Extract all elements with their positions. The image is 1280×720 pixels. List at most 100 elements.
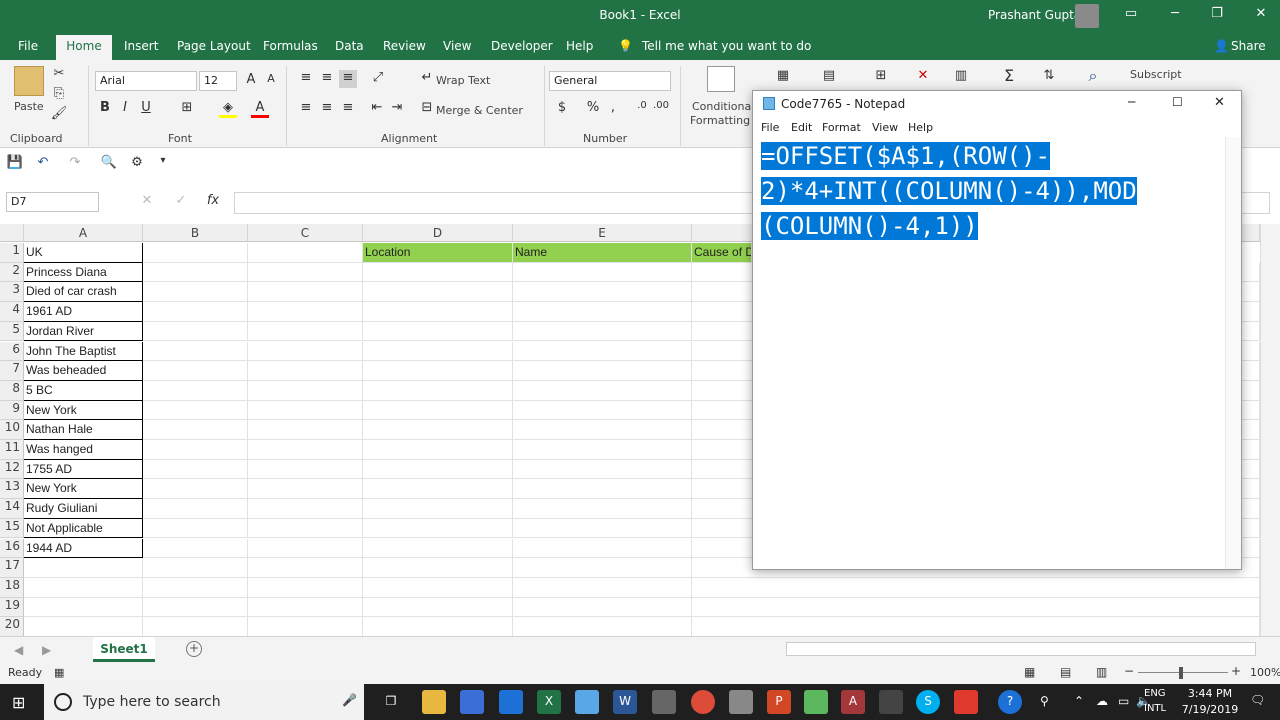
input-language-2[interactable]: INTL: [1144, 703, 1166, 714]
grid-cell[interactable]: [24, 617, 143, 637]
grid-cell[interactable]: [513, 321, 692, 342]
grid-cell[interactable]: UK: [24, 243, 143, 263]
row-header[interactable]: 15: [0, 518, 24, 539]
tab-developer[interactable]: Developer: [491, 39, 553, 53]
row-header[interactable]: 5: [0, 321, 24, 342]
row-header[interactable]: 12: [0, 459, 24, 480]
store-icon[interactable]: [460, 690, 484, 714]
notepad-menu-help[interactable]: Help: [908, 121, 933, 134]
notepad-menu-format[interactable]: Format: [822, 121, 861, 134]
cut-icon[interactable]: ✂: [50, 66, 68, 84]
macro-icon[interactable]: ⚙: [128, 155, 146, 173]
notepad-maximize-icon[interactable]: ☐: [1172, 95, 1186, 109]
find-select-icon[interactable]: ⌕: [1084, 66, 1102, 85]
grid-cell[interactable]: [363, 459, 513, 480]
subscript-button[interactable]: Subscript: [1130, 68, 1182, 81]
dropbox-icon[interactable]: [499, 690, 523, 714]
notepad-line-3[interactable]: (COLUMN()-4,1)): [761, 212, 978, 240]
column-header-d[interactable]: D: [363, 224, 513, 242]
grid-cell[interactable]: [248, 597, 363, 618]
calculator-icon[interactable]: [729, 690, 753, 714]
row-header[interactable]: 6: [0, 341, 24, 362]
grid-cell[interactable]: [248, 518, 363, 539]
align-top-icon[interactable]: ≡: [297, 70, 315, 88]
confirm-entry-icon[interactable]: ✓: [172, 193, 190, 211]
conditional-formatting-label-2[interactable]: Formatting: [690, 114, 750, 127]
ribbon-display-icon[interactable]: ▭: [1120, 6, 1142, 24]
currency-button[interactable]: $: [553, 100, 571, 118]
paste-label[interactable]: Paste: [14, 100, 44, 113]
snipping-tool-icon[interactable]: [652, 690, 676, 714]
windows-start-icon[interactable]: ⊞: [12, 693, 25, 712]
row-header[interactable]: 17: [0, 558, 24, 578]
grid-cell[interactable]: Rudy Giuliani: [24, 499, 143, 519]
share-icon[interactable]: 👤: [1214, 39, 1229, 53]
powerpoint-icon[interactable]: P: [767, 690, 791, 714]
grid-cell[interactable]: [248, 479, 363, 500]
user-name[interactable]: Prashant Gupta: [988, 8, 1081, 22]
align-right-icon[interactable]: ≡: [339, 100, 357, 118]
cell-styles-icon[interactable]: ▤: [820, 68, 838, 86]
insert-cells-icon[interactable]: ⊞: [872, 68, 890, 86]
notepad-close-icon[interactable]: ✕: [1214, 95, 1228, 110]
page-layout-view-icon[interactable]: ▤: [1060, 665, 1071, 679]
grid-cell[interactable]: [513, 459, 692, 480]
grid-cell[interactable]: [513, 262, 692, 283]
grid-cell[interactable]: New York: [24, 479, 143, 500]
cancel-entry-icon[interactable]: ✕: [138, 193, 156, 211]
restore-icon[interactable]: ❐: [1206, 6, 1228, 24]
normal-view-icon[interactable]: ▦: [1024, 665, 1035, 679]
grid-cell[interactable]: [513, 440, 692, 460]
decrease-indent-icon[interactable]: ⇤: [368, 100, 386, 118]
avatar[interactable]: [1075, 4, 1099, 28]
grid-cell[interactable]: [363, 420, 513, 440]
fill-color-icon[interactable]: ◈: [219, 100, 237, 118]
decrease-decimal-icon[interactable]: .00: [652, 100, 670, 118]
zoom-slider[interactable]: [1138, 672, 1228, 673]
grid-cell[interactable]: [513, 341, 692, 362]
grid-cell[interactable]: Died of car crash: [24, 282, 143, 303]
row-header[interactable]: 16: [0, 538, 24, 559]
grid-cell[interactable]: Was beheaded: [24, 361, 143, 381]
copy-icon[interactable]: ⎘: [50, 86, 68, 104]
skype-icon[interactable]: S: [916, 690, 940, 714]
cortana-icon[interactable]: [54, 693, 72, 711]
grid-cell[interactable]: [513, 518, 692, 539]
tab-data[interactable]: Data: [335, 39, 364, 53]
grid-cell[interactable]: [24, 597, 143, 618]
grid-cell[interactable]: [513, 577, 692, 598]
grid-cell[interactable]: Was hanged: [24, 440, 143, 460]
grow-font-icon[interactable]: A: [242, 72, 260, 90]
grid-cell[interactable]: [363, 262, 513, 283]
clock-time[interactable]: 3:44 PM: [1180, 687, 1240, 700]
grid-cell[interactable]: [513, 479, 692, 500]
tab-formulas[interactable]: Formulas: [263, 39, 318, 53]
grid-cell[interactable]: [248, 302, 363, 322]
file-explorer-icon[interactable]: [422, 690, 446, 714]
column-header-c[interactable]: C: [248, 224, 363, 242]
grid-cell[interactable]: [363, 321, 513, 342]
zoom-out-icon[interactable]: −: [1124, 664, 1134, 678]
word-taskbar-icon[interactable]: W: [613, 690, 637, 714]
grid-cell[interactable]: [363, 302, 513, 322]
grid-cell[interactable]: [24, 558, 143, 578]
underline-button[interactable]: U: [137, 100, 155, 118]
grid-cell[interactable]: [143, 341, 248, 362]
grid-cell[interactable]: [143, 282, 248, 303]
customize-qat-icon[interactable]: ▾: [154, 155, 172, 173]
undo-icon[interactable]: ↶: [34, 155, 52, 173]
tray-overflow-icon[interactable]: ⌃: [1074, 694, 1084, 708]
sort-filter-icon[interactable]: ⇅: [1040, 68, 1058, 86]
grid-cell[interactable]: [248, 341, 363, 362]
grid-cell[interactable]: [513, 420, 692, 440]
close-icon[interactable]: ✕: [1250, 6, 1272, 24]
grid-cell[interactable]: 1961 AD: [24, 302, 143, 322]
help-icon[interactable]: ?: [998, 690, 1022, 714]
grid-cell[interactable]: [513, 558, 692, 578]
row-header[interactable]: 11: [0, 440, 24, 460]
tab-insert[interactable]: Insert: [124, 39, 158, 53]
grid-cell[interactable]: [248, 420, 363, 440]
row-header[interactable]: 19: [0, 597, 24, 618]
grid-cell[interactable]: [143, 262, 248, 283]
grid-cell[interactable]: [363, 440, 513, 460]
